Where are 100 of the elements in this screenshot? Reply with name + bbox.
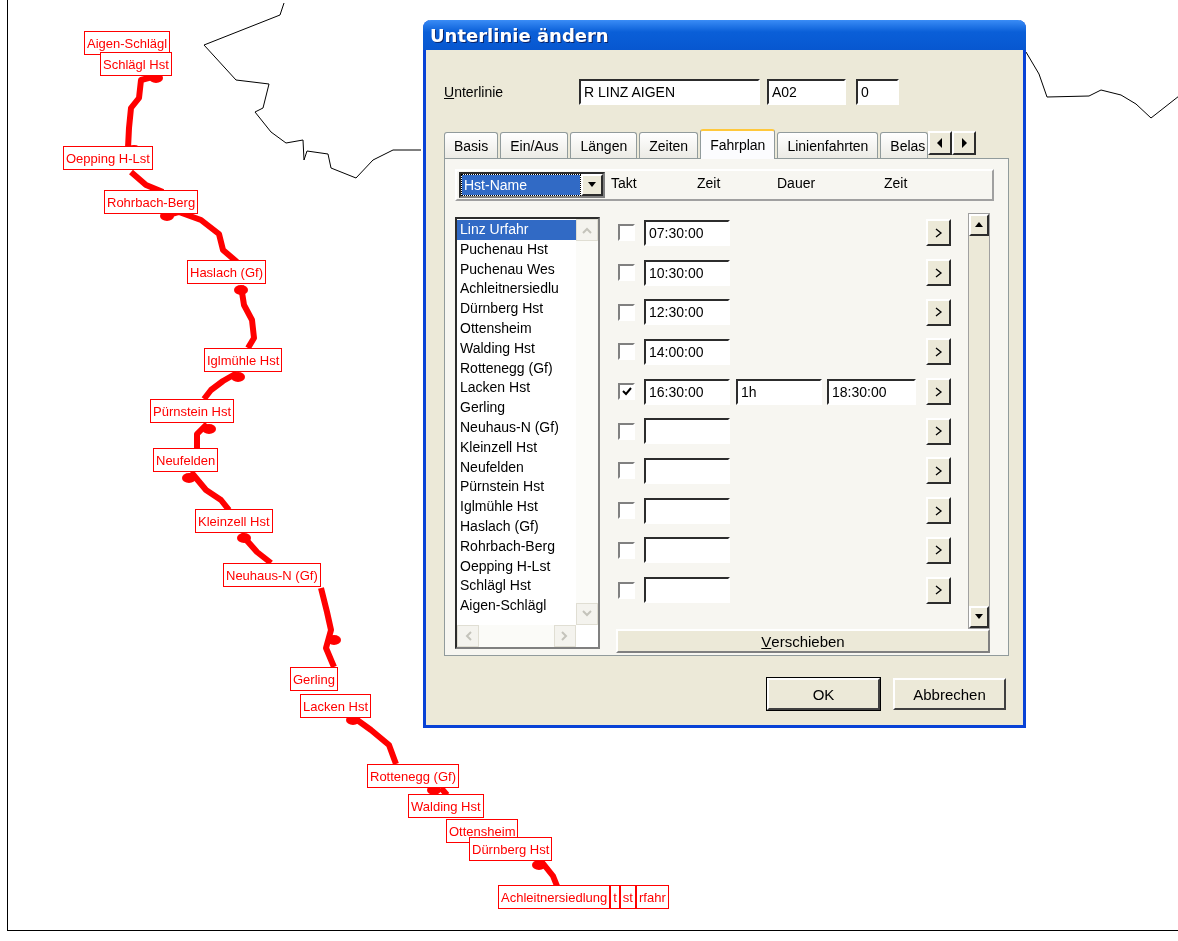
tab[interactable]: Fahrplan xyxy=(700,129,776,159)
list-item[interactable]: Kleinzell Hst xyxy=(457,437,576,458)
number-field[interactable]: 0 xyxy=(856,79,899,105)
takt-checkbox[interactable] xyxy=(618,581,635,599)
duration-field[interactable]: 1h xyxy=(736,378,822,405)
takt-checkbox[interactable] xyxy=(618,264,635,282)
scrollbar[interactable] xyxy=(968,213,990,629)
time-field[interactable]: 12:30:00 xyxy=(644,299,730,326)
time-field[interactable]: 16:30:00 xyxy=(644,378,730,405)
list-item[interactable]: Ottensheim xyxy=(457,319,576,339)
list-item[interactable]: Haslach (Gf) xyxy=(457,516,576,537)
list-item[interactable]: Dürnberg Hst xyxy=(457,299,576,319)
takt-checkbox[interactable] xyxy=(618,383,635,401)
list-item[interactable]: Walding Hst xyxy=(457,338,576,359)
list-item[interactable]: Puchenau Wes xyxy=(457,259,576,280)
stop-label: Kleinzell Hst xyxy=(195,509,273,533)
stop-label: Aigen-Schlägl xyxy=(84,31,171,55)
list-item[interactable]: Linz Urfahr xyxy=(457,220,576,240)
takt-checkbox[interactable] xyxy=(618,422,635,440)
scroll-left-button[interactable] xyxy=(928,131,953,155)
list-item[interactable]: Pürnstein Hst xyxy=(457,477,576,498)
time-field[interactable]: 10:30:00 xyxy=(644,259,730,286)
stop-label: rfahr xyxy=(636,885,669,909)
time-field[interactable] xyxy=(644,537,730,564)
tab[interactable]: Belas xyxy=(880,132,929,158)
list-item[interactable]: Achleitnersiedlu xyxy=(457,279,576,300)
stop-marker xyxy=(234,285,248,295)
tab[interactable]: Ein/Aus xyxy=(500,132,569,158)
list-item[interactable]: Schlägl Hst xyxy=(457,576,576,597)
right-chevron-icon xyxy=(561,631,569,641)
time-field[interactable] xyxy=(644,457,730,484)
chevron-right-icon xyxy=(934,346,943,357)
chevron-right-icon xyxy=(934,267,943,278)
list-item[interactable]: Lacken Hst xyxy=(457,378,576,399)
shift-button[interactable]: Verschieben xyxy=(616,629,990,653)
takt-checkbox[interactable] xyxy=(618,303,635,321)
stop-marker xyxy=(532,860,546,870)
time-field[interactable]: 18:30:00 xyxy=(827,378,916,405)
time-field[interactable] xyxy=(644,418,730,445)
stop-label: Lacken Hst xyxy=(300,694,372,718)
field-label: Unterlinie xyxy=(444,84,505,100)
takt-checkbox[interactable] xyxy=(618,343,635,361)
takt-checkbox[interactable] xyxy=(618,502,635,520)
list-item[interactable]: Puchenau Hst xyxy=(457,239,576,260)
apply-button[interactable] xyxy=(926,417,951,445)
apply-button[interactable] xyxy=(926,576,951,604)
apply-button[interactable] xyxy=(926,457,951,485)
right-arrow-icon xyxy=(959,138,970,148)
stop-label: Neuhaus-N (Gf) xyxy=(223,563,321,587)
chevron-right-icon xyxy=(934,585,943,596)
scroll-right-button[interactable] xyxy=(952,131,977,155)
route-line xyxy=(194,421,210,448)
time-field[interactable]: 14:00:00 xyxy=(644,338,730,365)
code-field[interactable]: A02 xyxy=(767,79,846,105)
tab[interactable]: Längen xyxy=(570,132,638,158)
apply-button[interactable] xyxy=(926,536,951,564)
apply-button[interactable] xyxy=(926,338,951,366)
list-item[interactable]: Oepping H-Lst xyxy=(457,556,576,577)
apply-button[interactable] xyxy=(926,298,951,326)
takt-checkbox[interactable] xyxy=(618,224,635,242)
takt-checkbox[interactable] xyxy=(618,541,635,559)
up-arrow-icon xyxy=(974,220,984,230)
window-title: Unterlinie ändern xyxy=(423,20,1026,50)
list-item[interactable]: Neuhaus-N (Gf) xyxy=(457,417,576,438)
time-field[interactable] xyxy=(644,577,730,604)
list-item[interactable]: Neufelden xyxy=(457,457,576,478)
apply-button[interactable] xyxy=(926,497,951,525)
tab[interactable]: Basis xyxy=(444,132,499,158)
column-dropdown[interactable]: Hst-Name xyxy=(459,172,605,198)
list-item[interactable]: Rottenegg (Gf) xyxy=(457,358,576,379)
list-item[interactable]: Iglmühle Hst xyxy=(457,497,576,517)
time-field[interactable]: 07:30:00 xyxy=(644,219,730,246)
tab[interactable]: Zeiten xyxy=(639,132,699,158)
apply-button[interactable] xyxy=(926,219,951,247)
stop-marker xyxy=(327,635,341,645)
stop-marker xyxy=(231,372,245,382)
stop-marker xyxy=(182,473,196,483)
dialog-button[interactable]: OK xyxy=(767,678,880,710)
list-item[interactable]: Gerling xyxy=(457,398,576,418)
stop-label: Neufelden xyxy=(153,448,219,472)
stop-marker xyxy=(202,424,216,434)
dialog-button[interactable]: Abbrechen xyxy=(893,678,1006,710)
stop-list[interactable] xyxy=(455,217,600,649)
stop-label: Iglmühle Hst xyxy=(204,348,283,372)
stop-label: Walding Hst xyxy=(408,794,484,818)
stop-label: t xyxy=(610,885,620,909)
stop-label: Rohrbach-Berg xyxy=(104,190,199,214)
apply-button[interactable] xyxy=(926,378,951,406)
time-field[interactable] xyxy=(644,497,730,524)
takt-checkbox[interactable] xyxy=(618,462,635,480)
chevron-right-icon xyxy=(934,386,943,397)
column-header: Zeit xyxy=(697,175,721,191)
apply-button[interactable] xyxy=(926,259,951,287)
tab[interactable]: Linienfahrten xyxy=(777,132,879,158)
list-item[interactable]: Aigen-Schlägl xyxy=(457,596,576,616)
stop-label: Rottenegg (Gf) xyxy=(367,764,459,788)
chevron-right-icon xyxy=(934,505,943,516)
column-header: Dauer xyxy=(777,175,816,191)
list-item[interactable]: Rohrbach-Berg xyxy=(457,536,576,557)
name-field[interactable]: R LINZ AIGEN xyxy=(579,79,760,105)
